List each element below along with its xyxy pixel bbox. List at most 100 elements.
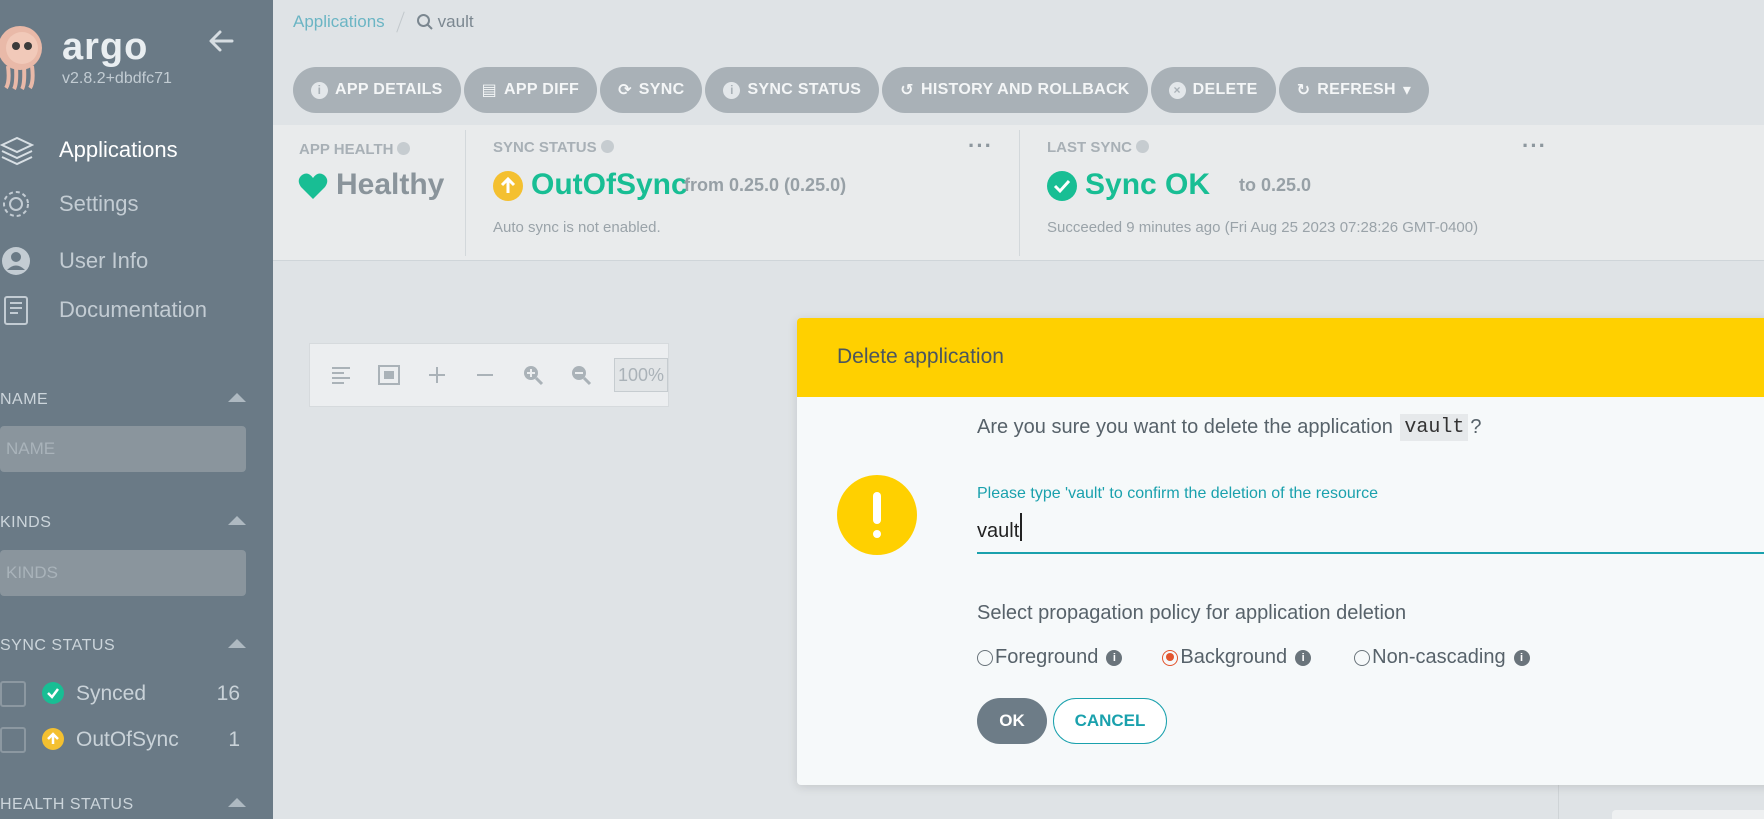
synced-checkbox[interactable] [0, 681, 26, 707]
brand-name: argo [62, 26, 149, 68]
outofsync-count: 1 [228, 728, 240, 751]
nav-applications[interactable]: Applications [0, 132, 273, 168]
collapse-kinds-filter-icon[interactable] [228, 516, 246, 525]
refresh-icon: ↻ [1296, 82, 1311, 99]
align-left-icon[interactable] [326, 360, 356, 390]
policy-title: Select propagation policy for applicatio… [977, 602, 1407, 624]
info-icon[interactable]: i [1513, 649, 1530, 666]
auto-sync-note: Auto sync is not enabled. [493, 219, 661, 236]
name-filter-input[interactable]: NAME [0, 426, 246, 472]
app-toolbar: i APP DETAILS ▤ APP DIFF ⟳ SYNC i SYNC STATU… [293, 67, 1430, 113]
refresh-button[interactable]: ↻ REFRESH ▾ [1278, 67, 1430, 113]
zoom-in-icon[interactable] [518, 360, 548, 390]
background-card [1612, 810, 1764, 819]
graph-controls: 100% [309, 343, 669, 407]
divider [1019, 130, 1020, 256]
sync-status-button[interactable]: i SYNC STATUS [705, 67, 880, 113]
zoom-plus-icon[interactable] [422, 360, 452, 390]
collapse-health-status-filter-icon[interactable] [228, 798, 246, 807]
filter-sync-status-title: SYNC STATUS [0, 637, 116, 654]
filter-kinds-title: KINDS [0, 514, 52, 531]
nav-user-info[interactable]: User Info [0, 243, 273, 279]
cancel-button[interactable]: CANCEL [1053, 698, 1167, 744]
button-label: SYNC STATUS [747, 81, 862, 98]
help-icon[interactable] [600, 140, 614, 153]
filter-health-status-title: HEALTH STATUS [0, 796, 134, 813]
sync-icon: ⟳ [618, 82, 632, 99]
question-mark: ? [1470, 416, 1482, 438]
info-icon[interactable]: i [1106, 649, 1123, 666]
foreground-option[interactable]: Foreground i [977, 646, 1123, 669]
info-icon: i [311, 81, 328, 99]
last-sync-revision: to 0.25.0 [1239, 175, 1312, 195]
button-label: APP DETAILS [335, 81, 443, 98]
version-label: v2.8.2+dbdfc71 [62, 70, 172, 87]
layers-icon [0, 136, 34, 166]
filter-name-title: NAME [0, 391, 49, 408]
collapse-sidebar-icon[interactable] [206, 26, 236, 56]
app-details-button[interactable]: i APP DETAILS [293, 67, 461, 113]
close-circle-icon: × [1168, 81, 1186, 99]
breadcrumb-separator [395, 11, 405, 33]
help-icon[interactable] [1136, 140, 1150, 153]
search-icon [416, 14, 433, 30]
fit-screen-icon[interactable] [374, 360, 404, 390]
zoom-level: 100% [614, 358, 668, 392]
nav-label: User Info [59, 248, 149, 273]
nav-label: Documentation [59, 297, 207, 322]
delete-question: Are you sure you want to delete the appl… [977, 414, 1482, 441]
zoom-minus-icon[interactable] [470, 360, 500, 390]
heart-icon [298, 173, 328, 199]
confirm-name-input[interactable] [977, 510, 1764, 554]
sync-status-title: SYNC STATUS [493, 139, 614, 156]
button-label: DELETE [1192, 81, 1258, 98]
non-cascading-radio[interactable] [1354, 649, 1371, 666]
nav-settings[interactable]: Settings [0, 186, 273, 222]
button-label: REFRESH [1317, 81, 1396, 98]
sync-status-more-icon[interactable]: ··· [968, 133, 993, 159]
last-sync-more-icon[interactable]: ··· [1522, 133, 1547, 159]
background-divider [1558, 780, 1559, 819]
foreground-label: Foreground [995, 646, 1099, 668]
app-diff-button[interactable]: ▤ APP DIFF [463, 67, 598, 113]
sync-button[interactable]: ⟳ SYNC [600, 67, 703, 113]
button-label: APP DIFF [504, 81, 580, 98]
question-text: Are you sure you want to delete the appl… [977, 416, 1393, 438]
gear-icon [3, 191, 29, 217]
nav-label: Settings [59, 191, 139, 216]
nav-label: Applications [59, 137, 178, 162]
user-icon [2, 247, 30, 275]
foreground-radio[interactable] [977, 649, 993, 666]
ok-button[interactable]: OK [977, 698, 1047, 744]
delete-button[interactable]: × DELETE [1150, 67, 1276, 113]
kinds-filter-input[interactable]: KINDS [0, 550, 246, 596]
collapse-name-filter-icon[interactable] [228, 393, 246, 402]
warning-icon [837, 475, 917, 555]
outofsync-checkbox[interactable] [0, 727, 26, 753]
collapse-sync-status-filter-icon[interactable] [228, 639, 246, 648]
breadcrumb: Applications vault [293, 11, 474, 33]
nav-documentation[interactable]: Documentation [0, 292, 273, 328]
last-sync-title: LAST SYNC [1047, 139, 1150, 156]
breadcrumb-applications-link[interactable]: Applications [293, 12, 385, 32]
info-icon[interactable]: i [1295, 649, 1312, 666]
sync-status-value: OutOfSync [531, 168, 688, 201]
check-circle-icon [42, 682, 64, 704]
arrow-up-circle-icon [493, 171, 523, 201]
history-icon: ↺ [900, 82, 914, 99]
argo-logo [0, 26, 42, 90]
non-cascading-option[interactable]: Non-cascading i [1354, 646, 1530, 669]
background-option[interactable]: Background i [1162, 646, 1312, 669]
status-panel: APP HEALTH Healthy SYNC STATUS OutOfSync… [273, 125, 1764, 261]
text-cursor [1020, 513, 1022, 541]
button-label: HISTORY AND ROLLBACK [920, 81, 1130, 98]
zoom-out-icon[interactable] [566, 360, 596, 390]
help-icon[interactable] [397, 142, 411, 155]
button-label: SYNC [638, 81, 685, 98]
info-icon: i [723, 81, 741, 99]
book-icon [4, 296, 28, 325]
last-sync-value: Sync OK [1085, 168, 1211, 201]
background-radio[interactable] [1162, 649, 1179, 666]
history-rollback-button[interactable]: ↺ HISTORY AND ROLLBACK [882, 67, 1148, 113]
synced-label: Synced [76, 682, 147, 705]
